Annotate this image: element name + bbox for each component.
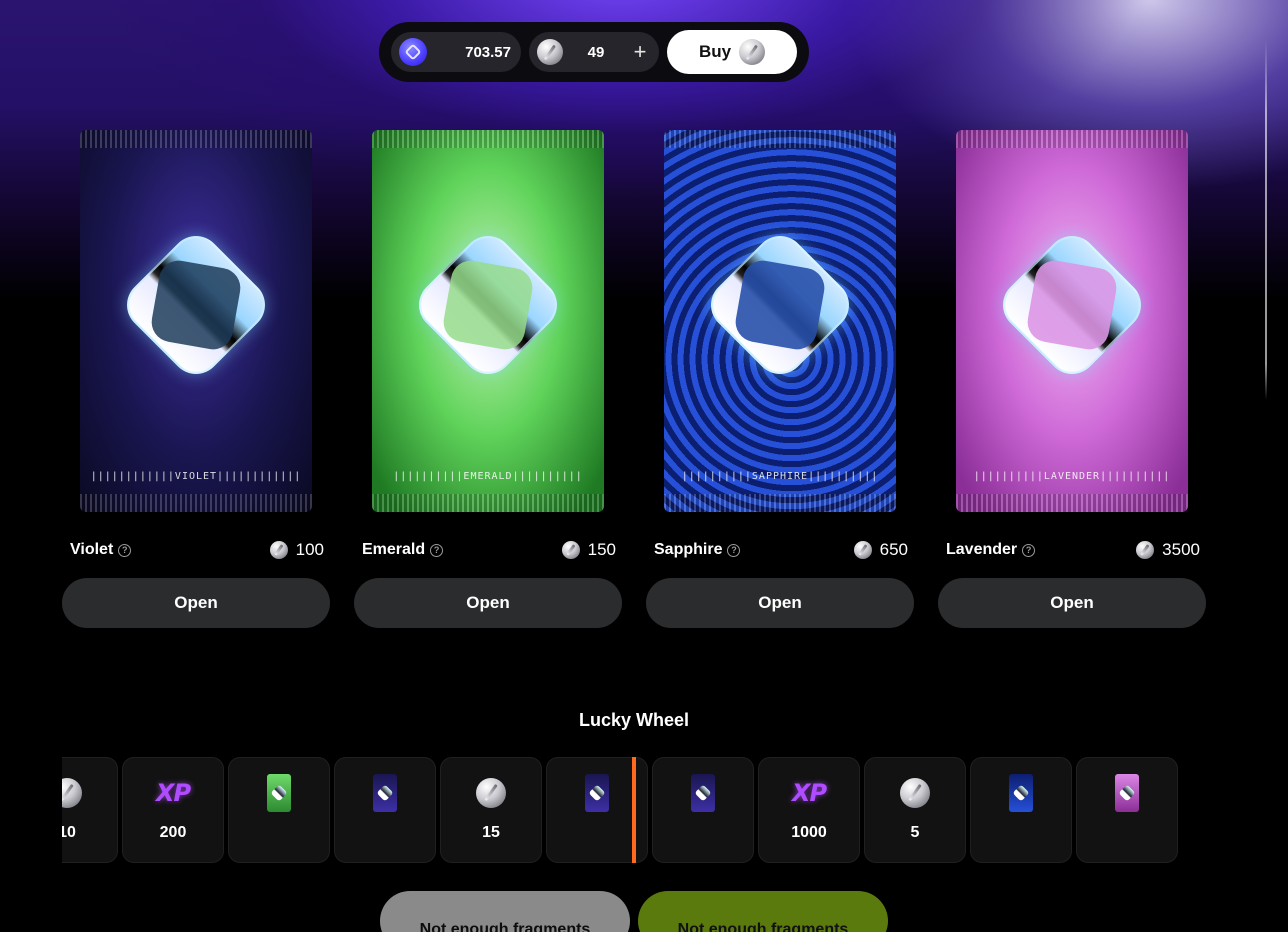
pack-name-text: Emerald — [362, 541, 426, 558]
buy-button[interactable]: Buy — [667, 30, 797, 74]
open-lavender-button[interactable]: Open — [938, 578, 1206, 628]
violet-pack-image[interactable]: ||||||||||||VIOLET|||||||||||| — [80, 130, 312, 512]
xp-icon: XP — [155, 779, 191, 807]
pack-card-lavender: ||||||||||LAVENDER|||||||||| Lavender ? … — [938, 130, 1208, 628]
fragments-value: 49 — [587, 43, 605, 61]
pack-name: Emerald ? — [362, 541, 444, 559]
wheel-item: 10 — [62, 757, 118, 863]
token-icon — [399, 38, 427, 66]
fragment-icon — [900, 778, 930, 808]
open-sapphire-button[interactable]: Open — [646, 578, 914, 628]
wheel-item: XP 1000 — [758, 757, 860, 863]
fragment-icon — [537, 39, 563, 65]
help-icon[interactable]: ? — [118, 543, 132, 557]
pack-card-sapphire: ||||||||||SAPPHIRE|||||||||| Sapphire ? … — [646, 130, 916, 628]
pack-name-text: Lavender — [946, 541, 1018, 558]
currency-bar: 703.57 49 + Buy — [379, 22, 809, 82]
lavender-pack-image[interactable]: ||||||||||LAVENDER|||||||||| — [956, 130, 1188, 512]
pack-price: 3500 — [1136, 540, 1200, 560]
fragments-pill: 49 + — [529, 32, 659, 72]
wheel-item-value: 15 — [482, 824, 500, 841]
pack-name: Sapphire ? — [654, 541, 741, 559]
pack-card-violet: ||||||||||||VIOLET|||||||||||| Violet ? … — [62, 130, 332, 628]
pack-name-text: Violet — [70, 541, 114, 558]
pack-price-value: 150 — [587, 540, 616, 559]
wheel-item: 5 — [864, 757, 966, 863]
pack-price: 650 — [853, 540, 908, 560]
pack-price-value: 3500 — [1162, 540, 1200, 559]
balance-pill: 703.57 — [391, 32, 521, 72]
wheel-item-value: 10 — [62, 824, 76, 841]
pack-price-value: 650 — [879, 540, 908, 559]
help-icon[interactable]: ? — [1022, 543, 1036, 557]
pack-name-text: Sapphire — [654, 541, 723, 558]
sapphire-pack-image[interactable]: ||||||||||SAPPHIRE|||||||||| — [664, 130, 896, 512]
lavender-pack-icon — [1115, 774, 1139, 812]
buy-label: Buy — [698, 42, 732, 61]
spin-button[interactable]: Not enough fragments — [638, 891, 888, 932]
wheel-item-value: 1000 — [791, 824, 827, 841]
violet-pack-icon — [691, 774, 715, 812]
pack-label: ||||||||||SAPPHIRE|||||||||| — [681, 471, 879, 482]
xp-icon: XP — [791, 779, 827, 807]
emerald-pack-icon — [267, 774, 291, 812]
open-emerald-button[interactable]: Open — [354, 578, 622, 628]
wheel-item-value: 5 — [910, 824, 920, 841]
sapphire-pack-icon — [1009, 774, 1033, 812]
pack-label: ||||||||||LAVENDER|||||||||| — [973, 471, 1171, 482]
add-fragments-button[interactable]: + — [629, 41, 651, 63]
fragment-icon — [62, 778, 82, 808]
fragment-icon — [561, 541, 580, 559]
fragment-icon — [1136, 541, 1155, 559]
wheel-item — [970, 757, 1072, 863]
fragment-icon — [269, 541, 288, 559]
fragment-icon — [739, 39, 766, 65]
pack-price-value: 100 — [295, 540, 324, 559]
help-icon[interactable]: ? — [727, 543, 741, 557]
wheel-pointer — [632, 757, 636, 863]
pack-card-emerald: ||||||||||EMERALD|||||||||| Emerald ? 15… — [354, 130, 624, 628]
fragment-icon — [853, 541, 872, 559]
wheel-item — [652, 757, 754, 863]
pack-price: 100 — [269, 540, 324, 560]
wheel-item-value: 200 — [159, 824, 187, 841]
fragment-icon — [476, 778, 506, 808]
scrollbar[interactable] — [1265, 40, 1267, 400]
pack-label: ||||||||||||VIOLET|||||||||||| — [90, 471, 302, 482]
spin-button-disabled[interactable]: Not enough fragments — [380, 891, 630, 932]
wheel-item: 15 — [440, 757, 542, 863]
pack-price: 150 — [561, 540, 616, 560]
help-icon[interactable]: ? — [430, 543, 444, 557]
wheel-item — [334, 757, 436, 863]
violet-pack-icon — [373, 774, 397, 812]
open-violet-button[interactable]: Open — [62, 578, 330, 628]
violet-pack-icon — [585, 774, 609, 812]
pack-name: Violet ? — [70, 541, 132, 559]
wheel-item — [1076, 757, 1178, 863]
lucky-wheel-title: Lucky Wheel — [578, 710, 690, 730]
wheel-item — [228, 757, 330, 863]
wheel-item: XP 200 — [122, 757, 224, 863]
pack-name: Lavender ? — [946, 541, 1036, 559]
emerald-pack-image[interactable]: ||||||||||EMERALD|||||||||| — [372, 130, 604, 512]
pack-label: ||||||||||EMERALD|||||||||| — [393, 471, 583, 482]
balance-value: 703.57 — [465, 43, 511, 61]
